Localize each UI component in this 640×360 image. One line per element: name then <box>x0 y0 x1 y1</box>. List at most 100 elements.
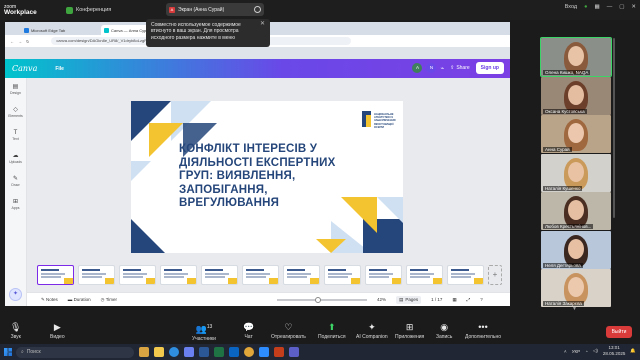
participant-tile[interactable]: Наталія Кушенко <box>541 153 611 192</box>
page-thumbnail[interactable] <box>78 265 115 285</box>
file-menu[interactable]: File <box>55 66 64 72</box>
edge-icon[interactable] <box>169 347 179 357</box>
maximize-icon[interactable]: ▢ <box>619 4 624 10</box>
share-button[interactable]: ⇪ Share <box>448 65 472 71</box>
signin-link[interactable]: Вход <box>565 4 577 10</box>
pages-button[interactable]: ▤ Pages <box>396 295 422 304</box>
more-options-icon[interactable] <box>254 6 261 13</box>
analytics-icon[interactable]: ⌁ <box>440 65 444 72</box>
forward-icon[interactable]: → <box>18 39 22 44</box>
chat-button[interactable]: 💬 Чат <box>243 322 254 340</box>
magic-icon[interactable]: ✦ <box>9 288 22 301</box>
page-thumbnail[interactable] <box>37 265 74 285</box>
participant-tile[interactable]: Оксана Кустовська <box>541 76 611 115</box>
help-icon[interactable]: ? <box>480 297 483 302</box>
leave-button[interactable]: Выйти <box>606 326 632 338</box>
sidebar-item-elements[interactable]: ◇ Elements <box>5 101 26 124</box>
minimize-icon[interactable]: — <box>607 4 613 10</box>
record-button[interactable]: ◉ Запись <box>436 322 452 340</box>
collaborator-avatar[interactable]: N <box>426 63 437 73</box>
language-indicator[interactable]: УКР <box>572 349 580 354</box>
file-explorer-icon[interactable] <box>154 347 164 357</box>
signup-button[interactable]: Sign up <box>475 62 504 74</box>
apps-button[interactable]: ⊞ Приложения <box>395 322 424 340</box>
close-icon[interactable]: ✕ <box>631 4 636 10</box>
chrome-icon[interactable] <box>244 347 254 357</box>
thumbnail-content <box>187 278 196 284</box>
screen-share-indicator[interactable]: A Экран (Анна Сурай) <box>166 3 264 16</box>
page-thumbnail[interactable] <box>447 265 484 285</box>
video-button[interactable]: ▶ Видео <box>50 322 65 340</box>
excel-icon[interactable] <box>214 347 224 357</box>
close-icon[interactable]: ✕ <box>260 21 265 27</box>
audio-button[interactable]: 🎙 Звук <box>10 322 21 340</box>
page-thumbnail[interactable] <box>406 265 443 285</box>
participants-button[interactable]: 👥13 Участники <box>192 322 216 342</box>
participant-tile[interactable]: Любов Крестьянінов... <box>541 192 611 230</box>
page-thumbnail[interactable] <box>201 265 238 285</box>
react-button[interactable]: ♡ Отреагировать <box>271 322 306 340</box>
zoom-slider[interactable] <box>277 296 368 303</box>
scrollbar-thumb[interactable] <box>613 38 615 218</box>
participant-video-face <box>568 238 584 259</box>
sidebar-item-text[interactable]: T Text <box>5 124 26 147</box>
sidebar-item-apps[interactable]: ⊞ Apps <box>5 193 26 216</box>
timer-button[interactable]: ◷ Timer <box>101 297 117 303</box>
widget-icon[interactable] <box>139 347 149 357</box>
browser-tab[interactable]: Microsoft Edge Tab <box>21 25 99 35</box>
participant-scrollbar[interactable] <box>613 38 616 306</box>
collaborator-avatar[interactable]: A <box>412 63 423 73</box>
notifications-icon[interactable]: 🔔 <box>630 348 636 354</box>
more-button[interactable]: ••• Дополнительно <box>465 322 501 340</box>
chevron-up-icon[interactable]: ˄ <box>564 349 567 354</box>
zoom-app-icon[interactable] <box>259 347 269 357</box>
thumbnail-content <box>474 278 483 284</box>
page-thumbnail[interactable] <box>242 265 279 285</box>
page-thumbnail[interactable] <box>283 265 320 285</box>
fullscreen-icon[interactable]: ⤢ <box>467 297 471 302</box>
teams-icon[interactable] <box>289 347 299 357</box>
zoom-level[interactable]: 42% <box>377 297 386 302</box>
grid-view-icon[interactable]: ▦ <box>452 297 456 303</box>
start-button[interactable] <box>0 344 16 360</box>
page-thumbnail[interactable] <box>365 265 402 285</box>
reload-icon[interactable]: ↻ <box>26 39 29 44</box>
slider-knob[interactable] <box>315 296 322 303</box>
participant-gallery: Олена Кишко, NAQA Оксана Кустовська Анна С… <box>540 37 612 307</box>
sidebar-item-uploads[interactable]: ☁ Uploads <box>5 147 26 170</box>
powerpoint-icon[interactable] <box>274 347 284 357</box>
ai-companion-button[interactable]: ✦ AI Companion <box>356 322 388 340</box>
add-page-button[interactable]: + <box>488 265 502 285</box>
outlook-icon[interactable] <box>229 347 239 357</box>
participant-name: Наталія Кушенко <box>543 185 583 191</box>
participant-tile[interactable]: Анна Сурай <box>541 115 611 153</box>
thumbnail-content <box>246 273 270 275</box>
duration-button[interactable]: ▬ Duration <box>68 297 91 302</box>
taskbar-search[interactable]: ⌕ Поиск <box>16 346 134 358</box>
page-thumbnail[interactable] <box>324 265 361 285</box>
sidebar-item-draw[interactable]: ✎ Draw <box>5 170 26 193</box>
meeting-info[interactable]: Конференция <box>66 6 111 14</box>
grid-icon[interactable]: ▦ <box>594 4 599 10</box>
participant-tile[interactable]: Наталія Закарєва <box>541 269 611 307</box>
page-thumbnail[interactable] <box>160 265 197 285</box>
heart-icon: ♡ <box>284 322 293 332</box>
sidebar-item-label: Text <box>12 137 19 141</box>
scroll-down-icon[interactable]: ▼ <box>572 306 577 312</box>
store-icon[interactable] <box>184 347 194 357</box>
share-button[interactable]: ⬆ Поделиться <box>318 322 346 340</box>
wifi-icon[interactable]: ◔ <box>585 349 588 354</box>
sidebar-item-design[interactable]: ▤ Design <box>5 78 26 101</box>
notes-button[interactable]: ✎ Notes <box>41 297 58 303</box>
participant-tile[interactable]: Неля Дегтярьова <box>541 230 611 269</box>
participant-tile[interactable]: Олена Кишко, NAQA <box>540 37 612 77</box>
volume-icon[interactable]: ◁) <box>593 348 598 354</box>
page-thumbnail[interactable] <box>119 265 156 285</box>
participant-name: Анна Сурай <box>543 147 572 152</box>
more-icon: ••• <box>478 322 488 332</box>
canva-logo[interactable]: Canva <box>12 64 37 73</box>
word-icon[interactable] <box>199 347 209 357</box>
slide[interactable]: НАЦІОНАЛЬНЕ АГЕНТСТВО ІЗ ЗАБЕЗПЕЧЕННЯ ЯК… <box>131 101 403 253</box>
clock[interactable]: 13:01 28.05.2025 <box>603 345 626 357</box>
back-icon[interactable]: ← <box>10 39 14 44</box>
